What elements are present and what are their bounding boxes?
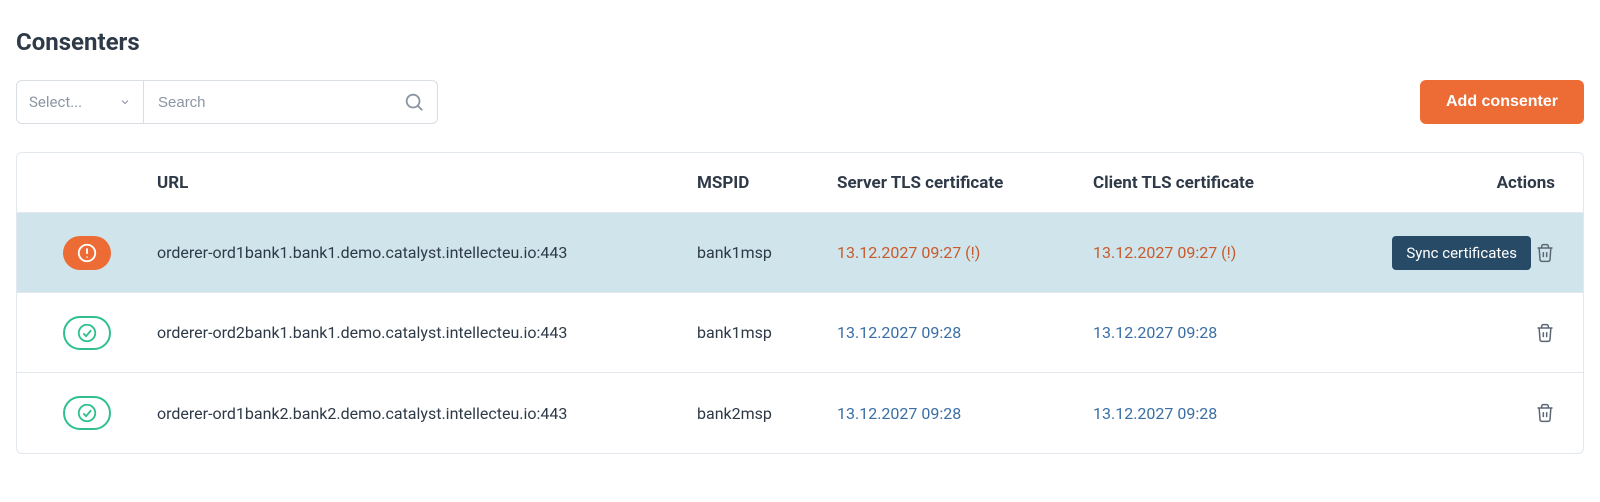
table-header: URL MSPID Server TLS certificate Client … <box>17 153 1583 213</box>
table-body: orderer-ord1bank1.bank1.demo.catalyst.in… <box>17 213 1583 453</box>
server-tls-value[interactable]: 13.12.2027 09:27 (!) <box>837 243 1093 262</box>
status-cell <box>17 396 157 430</box>
check-circle-icon <box>63 396 111 430</box>
filter-select-placeholder: Select... <box>29 93 82 111</box>
actions-cell <box>1373 403 1555 423</box>
alert-icon <box>63 236 111 270</box>
col-url: URL <box>157 173 697 193</box>
filter-select[interactable]: Select... <box>16 80 144 124</box>
client-tls-value[interactable]: 13.12.2027 09:28 <box>1093 404 1373 423</box>
page-title: Consenters <box>16 28 1584 56</box>
delete-button[interactable] <box>1535 403 1555 423</box>
actions-cell: Sync certificates <box>1373 240 1555 266</box>
delete-button[interactable] <box>1535 243 1555 263</box>
url-value: orderer-ord2bank1.bank1.demo.catalyst.in… <box>157 323 697 342</box>
actions-cell <box>1373 323 1555 343</box>
toolbar-left: Select... <box>16 80 438 124</box>
chevron-down-icon <box>119 96 131 108</box>
status-cell <box>17 236 157 270</box>
search-box <box>144 80 438 124</box>
client-tls-value[interactable]: 13.12.2027 09:28 <box>1093 323 1373 342</box>
mspid-value: bank2msp <box>697 404 837 423</box>
consenters-table: URL MSPID Server TLS certificate Client … <box>16 152 1584 454</box>
url-value: orderer-ord1bank2.bank2.demo.catalyst.in… <box>157 404 697 423</box>
server-tls-value[interactable]: 13.12.2027 09:28 <box>837 323 1093 342</box>
toolbar: Select... Add consenter <box>16 80 1584 124</box>
mspid-value: bank1msp <box>697 243 837 262</box>
add-consenter-button[interactable]: Add consenter <box>1420 80 1584 124</box>
search-input[interactable] <box>156 93 403 112</box>
sync-tooltip: Sync certificates <box>1392 236 1531 270</box>
table-row: orderer-ord1bank2.bank2.demo.catalyst.in… <box>17 373 1583 453</box>
search-icon[interactable] <box>403 91 425 113</box>
table-row: orderer-ord1bank1.bank1.demo.catalyst.in… <box>17 213 1583 293</box>
mspid-value: bank1msp <box>697 323 837 342</box>
check-circle-icon <box>63 316 111 350</box>
client-tls-value[interactable]: 13.12.2027 09:27 (!) <box>1093 243 1373 262</box>
col-client-tls: Client TLS certificate <box>1093 173 1373 193</box>
url-value: orderer-ord1bank1.bank1.demo.catalyst.in… <box>157 243 697 262</box>
delete-button[interactable] <box>1535 323 1555 343</box>
col-mspid: MSPID <box>697 173 837 193</box>
col-actions: Actions <box>1373 173 1555 193</box>
server-tls-value[interactable]: 13.12.2027 09:28 <box>837 404 1093 423</box>
status-cell <box>17 316 157 350</box>
col-server-tls: Server TLS certificate <box>837 173 1093 193</box>
table-row: orderer-ord2bank1.bank1.demo.catalyst.in… <box>17 293 1583 373</box>
